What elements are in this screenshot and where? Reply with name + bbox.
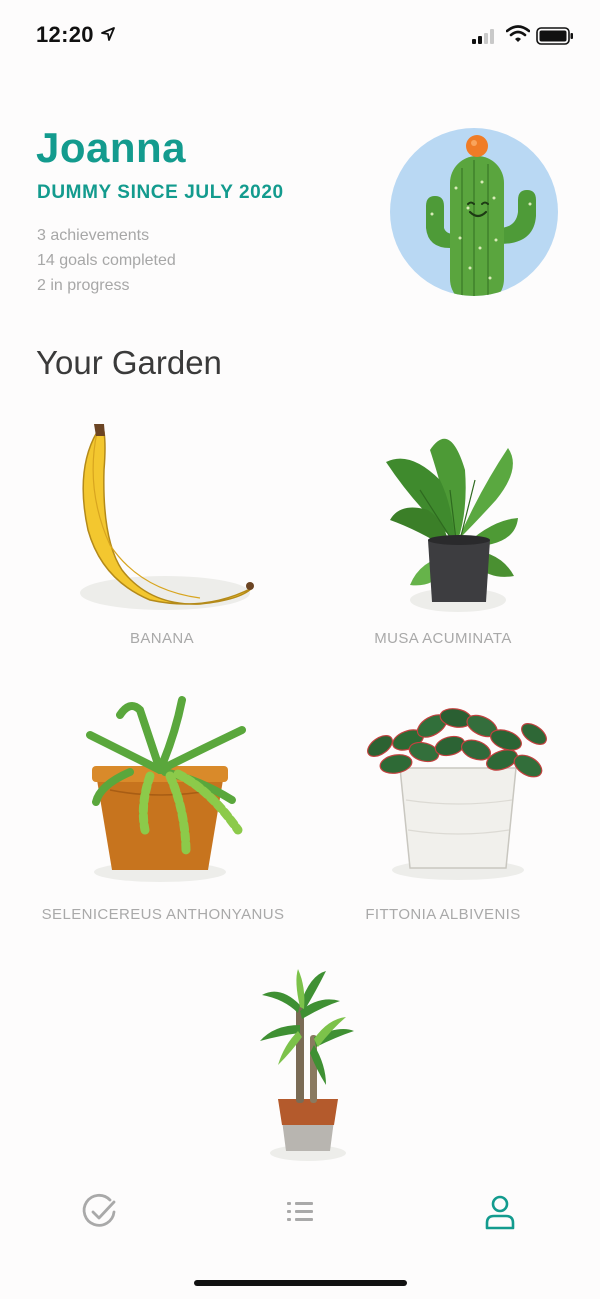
selenicereus-illustration xyxy=(86,696,246,882)
plant-label: MUSA ACUMINATA xyxy=(374,630,512,647)
profile-name: Joanna xyxy=(36,124,187,171)
check-circle-icon xyxy=(82,1193,116,1227)
status-bar: 12:20 xyxy=(0,0,600,72)
battery-icon xyxy=(536,27,573,45)
list-icon xyxy=(287,1202,313,1221)
avatar[interactable] xyxy=(390,128,558,296)
plant-card-selenicereus-anthonyanus[interactable]: SELENICEREUS ANTHONYANUS xyxy=(0,690,300,940)
stat-in-progress: 2 in progress xyxy=(37,277,130,294)
tab-goals[interactable] xyxy=(80,1192,120,1236)
stat-achievements: 3 achievements xyxy=(37,227,150,244)
location-arrow-icon xyxy=(101,27,115,41)
garden-title: Your Garden xyxy=(36,344,222,381)
cellular-signal-icon xyxy=(472,29,494,44)
plant-label: SELENICEREUS ANTHONYANUS xyxy=(41,906,285,923)
plant-card-fittonia-albivenis[interactable]: FITTONIA ALBIVENIS xyxy=(300,690,600,940)
stat-goals-completed: 14 goals completed xyxy=(37,252,176,269)
plant-label: FITTONIA ALBIVENIS xyxy=(365,906,521,923)
wifi-icon xyxy=(506,25,530,42)
person-icon xyxy=(485,1195,515,1230)
member-since: DUMMY SINCE JULY 2020 xyxy=(37,182,284,203)
musa-acuminata-illustration xyxy=(386,438,518,612)
cactus-avatar-illustration xyxy=(426,135,536,296)
fittonia-illustration xyxy=(367,708,547,880)
dracaena-illustration xyxy=(260,969,354,1161)
tab-profile[interactable] xyxy=(480,1192,520,1236)
plant-card-banana[interactable]: BANANA xyxy=(0,410,300,660)
plant-card-musa-acuminata[interactable]: MUSA ACUMINATA xyxy=(300,410,600,660)
tab-list[interactable] xyxy=(280,1192,320,1236)
plant-card-dracaena[interactable] xyxy=(150,965,450,1165)
plant-label: BANANA xyxy=(129,630,195,647)
status-time: 12:20 xyxy=(36,22,94,47)
home-indicator[interactable] xyxy=(194,1280,407,1286)
banana-illustration xyxy=(80,424,254,610)
